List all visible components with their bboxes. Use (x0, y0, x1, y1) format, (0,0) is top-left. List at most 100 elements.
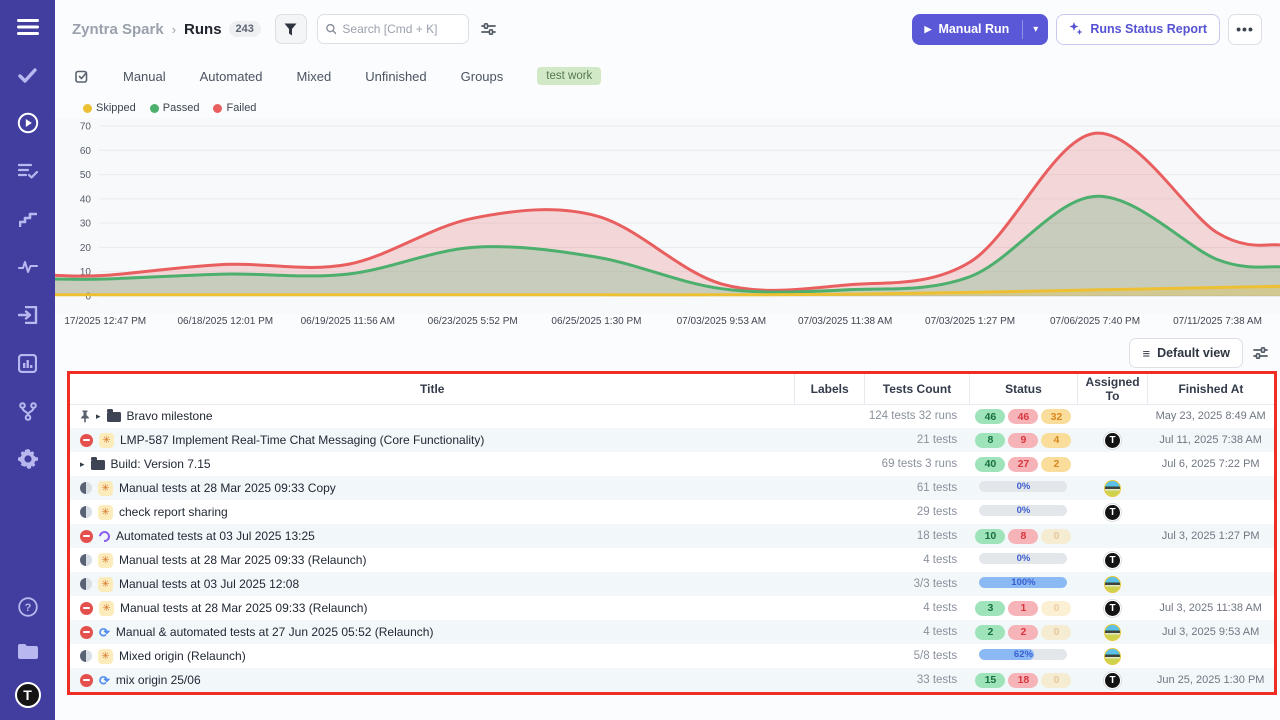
run-title-cell[interactable]: ✳Manual tests at 28 Mar 2025 09:33 (Rela… (70, 596, 795, 620)
defects-icon[interactable] (15, 254, 41, 280)
runs-icon[interactable] (15, 110, 41, 136)
column-header-tests-count[interactable]: Tests Count (864, 374, 969, 404)
tab-groups[interactable]: Groups (461, 69, 504, 84)
funnel-icon (284, 23, 297, 36)
expand-caret-icon[interactable]: ▸ (80, 460, 85, 469)
table-row[interactable]: ✳Manual tests at 28 Mar 2025 09:33 Copy 6… (70, 476, 1274, 500)
progress-percent: 62% (979, 649, 1067, 660)
run-title-cell[interactable]: ✳Mixed origin (Relaunch) (70, 644, 795, 668)
run-title[interactable]: Build: Version 7.15 (111, 457, 211, 471)
more-actions-button[interactable]: ••• (1228, 14, 1262, 45)
settings-icon[interactable] (15, 446, 41, 472)
run-title-cell[interactable]: ✳LMP-587 Implement Real-Time Chat Messag… (70, 428, 795, 452)
run-title-cell[interactable]: ▸ Bravo milestone (70, 404, 795, 428)
search-settings-icon[interactable] (481, 22, 496, 36)
run-title[interactable]: mix origin 25/06 (116, 673, 201, 687)
run-title[interactable]: Mixed origin (Relaunch) (119, 649, 246, 663)
column-header-status[interactable]: Status (970, 374, 1078, 404)
reports-icon[interactable] (15, 350, 41, 376)
breadcrumb-project[interactable]: Zyntra Spark (72, 21, 164, 38)
tab-manual[interactable]: Manual (123, 69, 166, 84)
table-row[interactable]: ✳Manual tests at 03 Jul 2025 12:083/3 te… (70, 572, 1274, 596)
filter-badge-test-work[interactable]: test work (537, 67, 601, 85)
run-title-cell[interactable]: ✳Manual tests at 03 Jul 2025 12:08 (70, 572, 795, 596)
assignee-avatar[interactable] (1104, 576, 1121, 593)
table-row[interactable]: ▸Build: Version 7.1569 tests 3 runs40272… (70, 452, 1274, 476)
manual-run-label: Manual Run (938, 22, 1009, 36)
tab-unfinished[interactable]: Unfinished (365, 69, 426, 84)
projects-folder-icon[interactable] (15, 638, 41, 664)
table-row[interactable]: ✳check report sharing29 tests0%T (70, 500, 1274, 524)
legend-item-failed[interactable]: Failed (213, 102, 256, 114)
manual-run-dropdown[interactable]: ▾ (1023, 14, 1048, 45)
test-plans-icon[interactable] (15, 158, 41, 184)
legend-item-skipped[interactable]: Skipped (83, 102, 136, 114)
finished-at-cell (1148, 548, 1274, 572)
stopped-status-icon (80, 626, 93, 639)
status-cell: 894 (970, 428, 1078, 452)
run-title[interactable]: Bravo milestone (127, 409, 213, 423)
manual-run-button[interactable]: ▶ Manual Run ▾ (912, 14, 1049, 45)
milestones-icon[interactable] (15, 206, 41, 232)
table-row[interactable]: ⟳Manual & automated tests at 27 Jun 2025… (70, 620, 1274, 644)
column-settings-icon[interactable] (1253, 346, 1268, 360)
help-icon[interactable]: ? (15, 594, 41, 620)
assignee-avatar[interactable]: T (1104, 600, 1121, 617)
runs-status-report-button[interactable]: Runs Status Report (1056, 14, 1220, 45)
column-header-assigned-to[interactable]: Assigned To (1077, 374, 1148, 404)
column-header-labels[interactable]: Labels (795, 374, 864, 404)
assignee-avatar[interactable] (1104, 480, 1121, 497)
user-avatar[interactable]: T (15, 682, 41, 708)
table-header-row: TitleLabelsTests CountStatusAssigned ToF… (70, 374, 1274, 404)
run-title-cell[interactable]: ⟳mix origin 25/06 (70, 668, 795, 692)
stopped-status-icon (80, 674, 93, 687)
tab-mixed[interactable]: Mixed (297, 69, 332, 84)
column-header-title[interactable]: Title (70, 374, 795, 404)
table-row[interactable]: ✳LMP-587 Implement Real-Time Chat Messag… (70, 428, 1274, 452)
run-title[interactable]: LMP-587 Implement Real-Time Chat Messagi… (120, 433, 484, 447)
table-row[interactable]: ✳Mixed origin (Relaunch)5/8 tests62% (70, 644, 1274, 668)
run-title[interactable]: Manual & automated tests at 27 Jun 2025 … (116, 625, 434, 639)
table-row[interactable]: ✳Manual tests at 28 Mar 2025 09:33 (Rela… (70, 548, 1274, 572)
table-row[interactable]: ▸Bravo milestone124 tests 32 runs464632M… (70, 404, 1274, 428)
assignee-avatar[interactable]: T (1104, 432, 1121, 449)
search-input[interactable] (342, 22, 459, 36)
search-box[interactable] (317, 14, 469, 44)
run-title-cell[interactable]: Automated tests at 03 Jul 2025 13:25 (70, 524, 795, 548)
view-icon: ≡ (1142, 346, 1150, 361)
run-title[interactable]: Manual tests at 28 Mar 2025 09:33 (Relau… (119, 553, 366, 567)
tests-count-cell: 21 tests (864, 428, 969, 452)
tab-automated[interactable]: Automated (200, 69, 263, 84)
run-title-cell[interactable]: ✳Manual tests at 28 Mar 2025 09:33 Copy (70, 476, 795, 500)
run-title[interactable]: Manual tests at 28 Mar 2025 09:33 Copy (119, 481, 336, 495)
filter-button[interactable] (275, 14, 307, 44)
expand-caret-icon[interactable]: ▸ (96, 412, 101, 421)
requirements-icon[interactable] (15, 302, 41, 328)
run-title-cell[interactable]: ✳check report sharing (70, 500, 795, 524)
status-cell: 0% (970, 548, 1078, 572)
legend-item-passed[interactable]: Passed (150, 102, 200, 114)
run-title[interactable]: Manual tests at 03 Jul 2025 12:08 (119, 577, 299, 591)
table-row[interactable]: ⟳mix origin 25/0633 tests15180TJun 25, 2… (70, 668, 1274, 692)
tests-icon[interactable] (15, 62, 41, 88)
tests-count-cell: 61 tests (864, 476, 969, 500)
run-title[interactable]: check report sharing (119, 505, 228, 519)
assignee-avatar[interactable]: T (1104, 552, 1121, 569)
table-row[interactable]: Automated tests at 03 Jul 2025 13:2518 t… (70, 524, 1274, 548)
default-view-button[interactable]: ≡ Default view (1129, 338, 1243, 368)
column-header-finished-at[interactable]: Finished At (1148, 374, 1274, 404)
select-all-icon[interactable] (75, 69, 89, 83)
run-title-cell[interactable]: ⟳Manual & automated tests at 27 Jun 2025… (70, 620, 795, 644)
branches-icon[interactable] (15, 398, 41, 424)
menu-icon[interactable] (15, 14, 41, 40)
assignee-avatar[interactable] (1104, 648, 1121, 665)
run-title-cell[interactable]: ▸ Build: Version 7.15 (70, 452, 795, 476)
run-title-cell[interactable]: ✳Manual tests at 28 Mar 2025 09:33 (Rela… (70, 548, 795, 572)
run-title[interactable]: Manual tests at 28 Mar 2025 09:33 (Relau… (120, 601, 367, 615)
assignee-avatar[interactable] (1104, 624, 1121, 641)
automated-run-icon (97, 529, 112, 543)
table-row[interactable]: ✳Manual tests at 28 Mar 2025 09:33 (Rela… (70, 596, 1274, 620)
assignee-avatar[interactable]: T (1104, 672, 1121, 689)
assignee-avatar[interactable]: T (1104, 504, 1121, 521)
run-title[interactable]: Automated tests at 03 Jul 2025 13:25 (116, 529, 315, 543)
